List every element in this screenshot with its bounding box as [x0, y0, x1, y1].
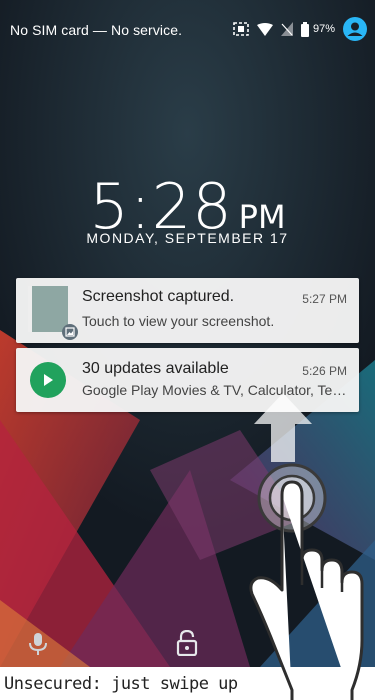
notification-text: Touch to view your screenshot. — [82, 313, 275, 329]
notification-time: 5:26 PM — [302, 364, 347, 378]
screenshot-thumbnail — [28, 286, 68, 332]
notification-screenshot[interactable]: Screenshot captured. 5:27 PM Touch to vi… — [16, 278, 359, 343]
notification-text: Google Play Movies & TV, Calculator, Tea… — [82, 382, 352, 398]
notification-updates[interactable]: 30 updates available 5:26 PM Google Play… — [16, 348, 359, 412]
no-sim-icon — [280, 22, 293, 36]
camera-icon[interactable] — [340, 634, 364, 659]
lock-screen[interactable]: No SIM card — No service. 97% 5:28 PM MON… — [0, 0, 375, 667]
notification-title: 30 updates available — [82, 360, 229, 377]
notification-time: 5:27 PM — [302, 292, 347, 306]
notification-title: Screenshot captured. — [82, 288, 235, 305]
clock-date: MONDAY, SEPTEMBER 17 — [86, 230, 289, 246]
screenshot-icon — [233, 22, 249, 36]
microphone-icon[interactable] — [28, 632, 48, 661]
carrier-text: No SIM card — No service. — [10, 22, 183, 38]
battery-icon — [300, 21, 309, 37]
wifi-icon — [256, 22, 273, 36]
google-play-icon — [30, 362, 66, 398]
account-icon[interactable] — [343, 17, 367, 41]
status-icons: 97% — [233, 17, 367, 41]
image-badge-icon — [62, 324, 78, 340]
status-bar: No SIM card — No service. 97% — [0, 0, 375, 60]
battery-percent: 97% — [312, 23, 335, 35]
unlock-hint: Unsecured: just swipe up — [4, 674, 238, 694]
unlock-icon[interactable] — [176, 629, 198, 661]
